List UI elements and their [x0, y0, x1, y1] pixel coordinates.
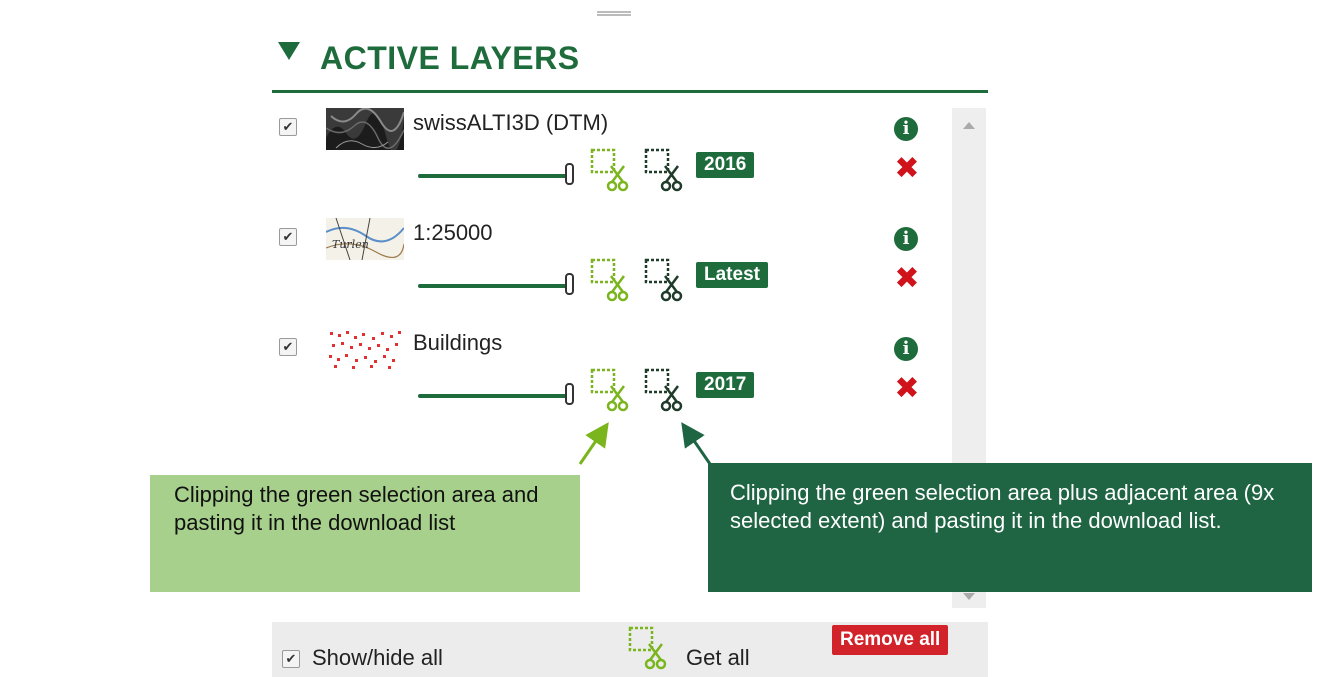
clip-extended-icon[interactable]	[644, 368, 684, 412]
collapse-triangle-icon[interactable]	[278, 42, 300, 60]
terrain-hillshade-thumbnail	[326, 108, 404, 150]
opacity-slider-knob[interactable]	[565, 163, 574, 185]
clip-selection-icon[interactable]	[590, 148, 630, 192]
clip-selection-icon[interactable]	[590, 368, 630, 412]
layer-name: Buildings	[413, 330, 503, 355]
active-layers-header[interactable]: ACTIVE LAYERS	[272, 36, 988, 93]
opacity-slider-knob[interactable]	[565, 273, 574, 295]
buildings-dots-thumbnail	[326, 328, 404, 370]
get-all-button[interactable]: Get all	[686, 645, 750, 671]
remove-all-button[interactable]: Remove all	[832, 625, 949, 655]
layers-footer: ✔ Show/hide all Get all Remove all	[272, 622, 988, 677]
layer-row-swissalti3d: ✔ swissALTI3D (DTM) 2016 i ✖	[270, 108, 950, 208]
svg-text:Turlen: Turlen	[332, 238, 369, 251]
layer-visibility-checkbox[interactable]: ✔	[279, 228, 297, 246]
layer-visibility-checkbox[interactable]: ✔	[279, 338, 297, 356]
show-hide-all-checkbox[interactable]: ✔	[282, 650, 300, 668]
panel-title: ACTIVE LAYERS	[320, 40, 580, 76]
callout-clip-extended: Clipping the green selection area plus a…	[708, 463, 1312, 592]
info-icon[interactable]: i	[894, 227, 918, 251]
callout-clip-selection: Clipping the green selection area and pa…	[150, 475, 580, 592]
remove-icon[interactable]: ✖	[894, 264, 920, 294]
info-icon[interactable]: i	[894, 117, 918, 141]
layer-name: 1:25000	[413, 220, 493, 245]
callout-arrows	[578, 422, 712, 465]
opacity-slider-track[interactable]	[418, 394, 568, 398]
topo-map-thumbnail: Turlen	[326, 218, 404, 260]
opacity-slider-track[interactable]	[418, 284, 568, 288]
get-all-clip-icon[interactable]	[628, 626, 668, 670]
info-icon[interactable]: i	[894, 337, 918, 361]
clip-extended-icon[interactable]	[644, 258, 684, 302]
layer-year-badge[interactable]: 2017	[696, 372, 755, 398]
layer-visibility-checkbox[interactable]: ✔	[279, 118, 297, 136]
clip-selection-icon[interactable]	[590, 258, 630, 302]
layer-row-1-25000: ✔ Turlen 1:25000 Latest i ✖	[270, 218, 950, 318]
clip-extended-icon[interactable]	[644, 148, 684, 192]
scroll-down-arrow-icon[interactable]	[963, 593, 975, 600]
opacity-slider-track[interactable]	[418, 174, 568, 178]
remove-icon[interactable]: ✖	[894, 154, 920, 184]
show-hide-all-label[interactable]: Show/hide all	[312, 645, 443, 671]
scroll-up-arrow-icon[interactable]	[963, 122, 975, 129]
layer-row-buildings: ✔ Buildings 2017 i ✖	[270, 328, 950, 428]
layer-name: swissALTI3D (DTM)	[413, 110, 609, 135]
panel-drag-handle[interactable]	[597, 11, 631, 16]
layer-year-badge[interactable]: 2016	[696, 152, 755, 178]
layer-year-badge[interactable]: Latest	[696, 262, 768, 288]
opacity-slider-knob[interactable]	[565, 383, 574, 405]
remove-icon[interactable]: ✖	[894, 374, 920, 404]
